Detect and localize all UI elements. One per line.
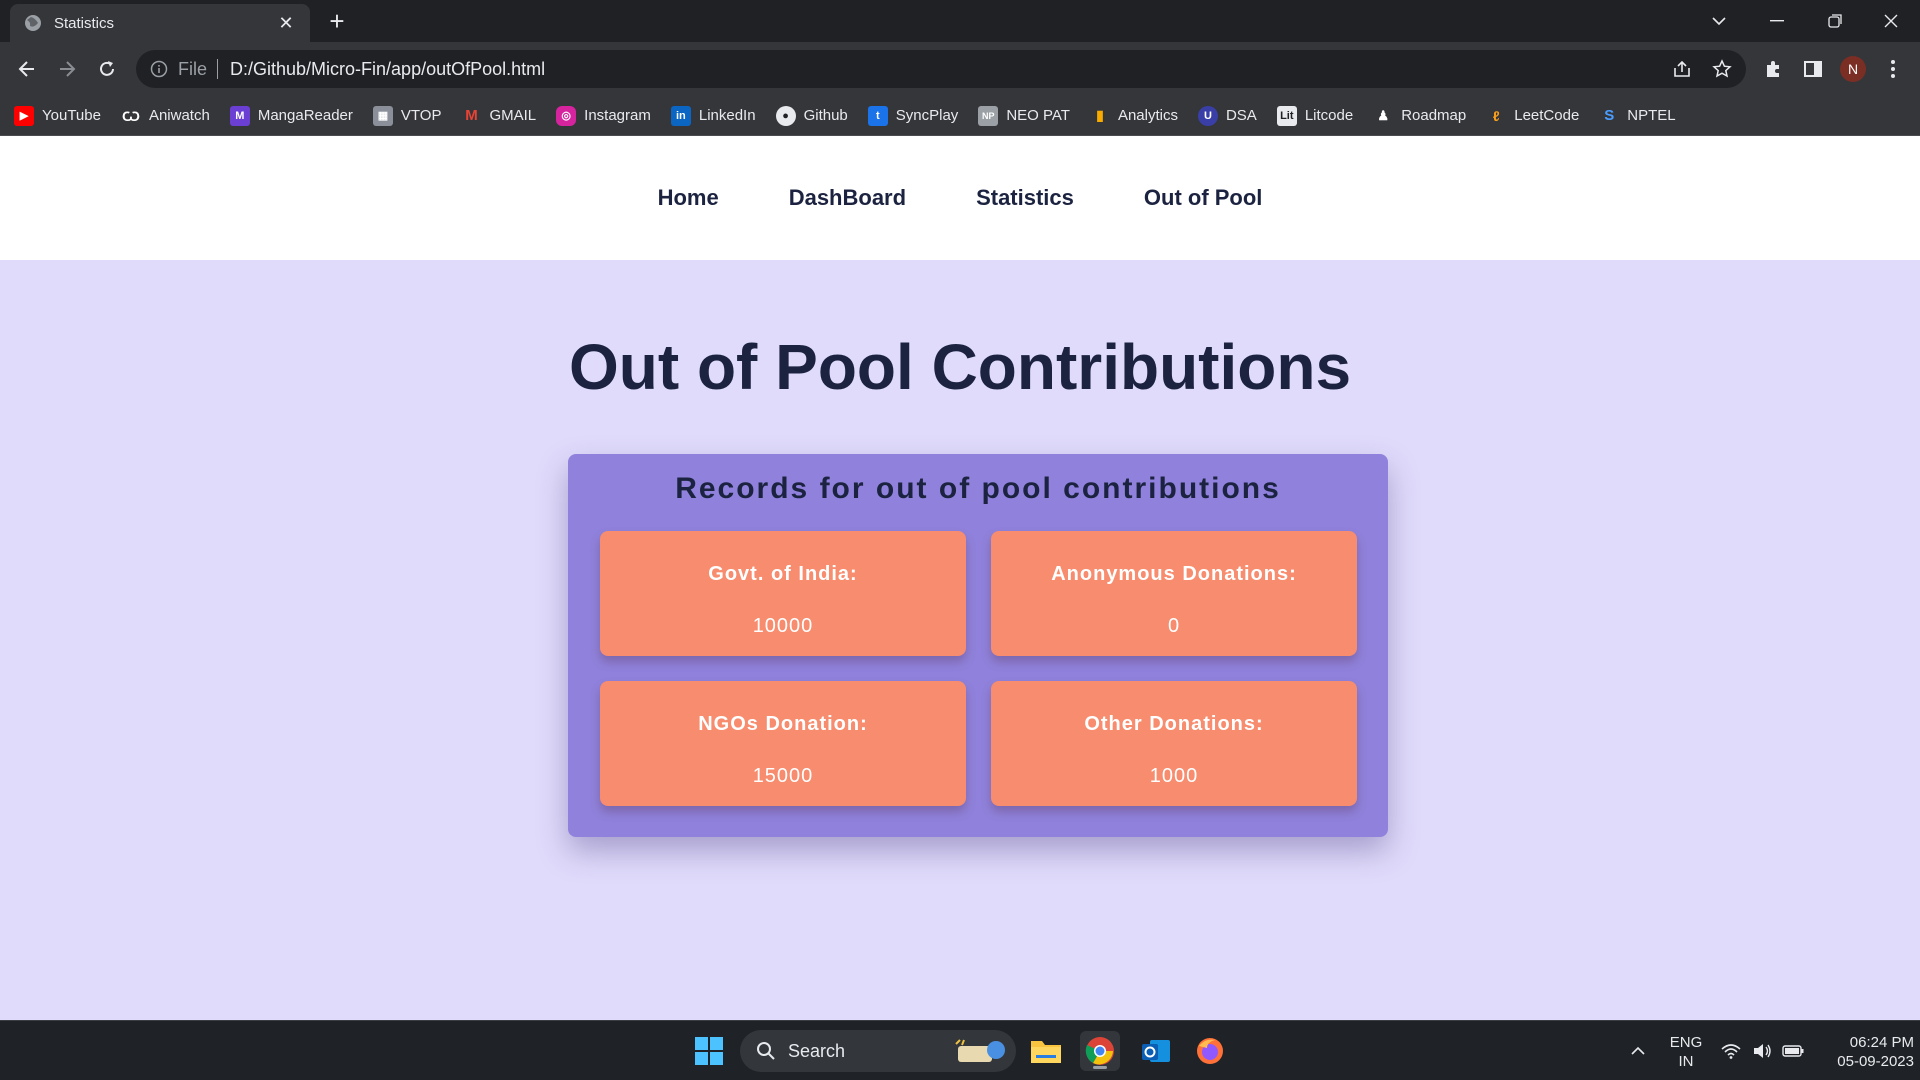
litcode-icon: Lit — [1276, 105, 1297, 126]
reload-icon[interactable] — [90, 52, 124, 86]
globe-icon — [25, 15, 41, 31]
address-bar[interactable]: File D:/Github/Micro-Fin/app/outOfPool.h… — [136, 50, 1746, 88]
stat-value: 10000 — [752, 615, 814, 637]
browser-toolbar: File D:/Github/Micro-Fin/app/outOfPool.h… — [0, 42, 1920, 96]
close-window-icon[interactable] — [1862, 0, 1920, 42]
chrome-icon[interactable] — [1080, 1031, 1120, 1071]
lang-region: IN — [1678, 1053, 1694, 1070]
profile-avatar[interactable]: N — [1840, 56, 1866, 82]
bookmark-neopat[interactable]: NP NEO PAT — [978, 105, 1070, 126]
bookmark-aniwatch[interactable]: Ѡ Aniwatch — [120, 105, 210, 126]
search-icon — [757, 1042, 775, 1060]
bookmark-linkedin[interactable]: in LinkedIn — [670, 105, 756, 126]
file-explorer-icon[interactable] — [1026, 1031, 1066, 1071]
tab-search-icon[interactable] — [1690, 0, 1748, 42]
vtop-icon: ▦ — [372, 105, 393, 126]
stat-label: Govt. of India: — [708, 563, 858, 585]
browser-tab-bar: Statistics ✕ + — [0, 0, 1920, 42]
bookmark-instagram[interactable]: ◎ Instagram — [556, 105, 651, 126]
nav-home[interactable]: Home — [658, 185, 719, 211]
stat-other-donations: Other Donations: 1000 — [991, 681, 1357, 806]
tab-title: Statistics — [54, 14, 115, 32]
stat-govt-india: Govt. of India: 10000 — [600, 531, 966, 656]
records-title: Records for out of pool contributions — [675, 472, 1281, 505]
stat-anonymous-donations: Anonymous Donations: 0 — [991, 531, 1357, 656]
gmail-icon: M — [461, 105, 482, 126]
roadmap-icon: ♟ — [1377, 107, 1390, 123]
windows-taskbar: Search ENG IN 06:24 PM 05-09-2023 — [0, 1020, 1920, 1080]
language-indicator[interactable]: ENG IN — [1664, 1033, 1708, 1071]
aniwatch-icon: Ѡ — [120, 105, 141, 126]
share-icon[interactable] — [1672, 59, 1692, 79]
side-panel-icon[interactable] — [1800, 56, 1826, 82]
tray-chevron-icon[interactable] — [1618, 1031, 1658, 1071]
url-text[interactable]: D:/Github/Micro-Fin/app/outOfPool.html — [230, 59, 545, 80]
records-card: Records for out of pool contributions Go… — [568, 454, 1388, 837]
instagram-icon: ◎ — [556, 105, 577, 126]
nav-dashboard[interactable]: DashBoard — [789, 185, 906, 211]
site-nav: Home DashBoard Statistics Out of Pool — [0, 136, 1920, 260]
bookmark-youtube[interactable]: ▶ YouTube — [14, 105, 101, 126]
nav-out-of-pool[interactable]: Out of Pool — [1144, 185, 1263, 211]
minimize-icon[interactable] — [1748, 0, 1806, 42]
linkedin-icon: in — [670, 105, 691, 126]
stat-value: 0 — [1167, 615, 1181, 637]
wifi-icon[interactable] — [1716, 1031, 1746, 1071]
clock-date: 05-09-2023 — [1837, 1053, 1914, 1070]
bookmark-roadmap[interactable]: ♟ Roadmap — [1373, 106, 1466, 126]
bookmarks-bar: ▶ YouTube Ѡ Aniwatch M MangaReader ▦ VTOP MG… — [0, 96, 1920, 136]
dsa-icon: U — [1197, 105, 1218, 126]
bookmark-star-icon[interactable] — [1712, 59, 1732, 79]
info-icon[interactable] — [150, 60, 168, 78]
nav-statistics[interactable]: Statistics — [976, 185, 1074, 211]
bookmark-mangareader[interactable]: M MangaReader — [229, 105, 353, 126]
bookmark-leetcode[interactable]: ℓ LeetCode — [1486, 106, 1579, 126]
lang-code: ENG — [1669, 1034, 1703, 1051]
clock-time: 06:24 PM — [1849, 1034, 1914, 1051]
extensions-icon[interactable] — [1760, 56, 1786, 82]
bookmark-github[interactable]: ● Github — [775, 105, 848, 126]
page-title: Out of Pool Contributions — [568, 331, 1352, 403]
search-label: Search — [788, 1040, 846, 1061]
nptel-icon: S — [1604, 107, 1615, 124]
bookmark-syncplay[interactable]: t SyncPlay — [867, 105, 958, 126]
taskbar-search[interactable]: Search — [740, 1030, 1016, 1072]
more-menu-icon[interactable] — [1880, 56, 1906, 82]
bookmark-gmail[interactable]: M GMAIL — [461, 105, 536, 126]
bookmark-dsa[interactable]: U DSA — [1197, 105, 1257, 126]
stat-value: 1000 — [1149, 765, 1199, 787]
browser-tab[interactable]: Statistics ✕ — [10, 4, 310, 42]
start-icon[interactable] — [689, 1031, 729, 1071]
stat-value: 15000 — [752, 765, 814, 787]
stat-label: Anonymous Donations: — [1051, 563, 1297, 585]
stat-label: Other Donations: — [1084, 713, 1264, 735]
clock[interactable]: 06:24 PM 05-09-2023 — [1810, 1033, 1914, 1071]
neopat-icon: NP — [978, 105, 999, 126]
forward-icon[interactable] — [50, 52, 84, 86]
github-icon: ● — [775, 105, 796, 126]
close-tab-icon[interactable]: ✕ — [276, 13, 296, 34]
analytics-icon: ▮ — [1096, 107, 1104, 123]
search-highlight-icon — [955, 1039, 1005, 1062]
stat-label: NGOs Donation: — [698, 713, 868, 735]
back-icon[interactable] — [10, 52, 44, 86]
volume-icon[interactable] — [1748, 1031, 1778, 1071]
bookmark-analytics[interactable]: ▮ Analytics — [1090, 106, 1178, 126]
url-separator — [217, 59, 219, 79]
outlook-icon[interactable] — [1136, 1031, 1176, 1071]
bookmark-litcode[interactable]: Lit Litcode — [1276, 105, 1353, 126]
restore-icon[interactable] — [1806, 0, 1864, 42]
bookmark-vtop[interactable]: ▦ VTOP — [372, 105, 441, 126]
firefox-icon[interactable] — [1190, 1031, 1230, 1071]
url-scheme: File — [178, 58, 208, 79]
leetcode-icon: ℓ — [1492, 107, 1500, 124]
new-tab-icon[interactable]: + — [322, 6, 352, 36]
battery-icon[interactable] — [1778, 1031, 1808, 1071]
mangareader-icon: M — [229, 105, 250, 126]
bookmark-nptel[interactable]: S NPTEL — [1599, 106, 1675, 126]
active-indicator — [1093, 1066, 1107, 1069]
syncplay-icon: t — [867, 105, 888, 126]
youtube-icon: ▶ — [14, 105, 34, 126]
stat-ngos-donation: NGOs Donation: 15000 — [600, 681, 966, 806]
